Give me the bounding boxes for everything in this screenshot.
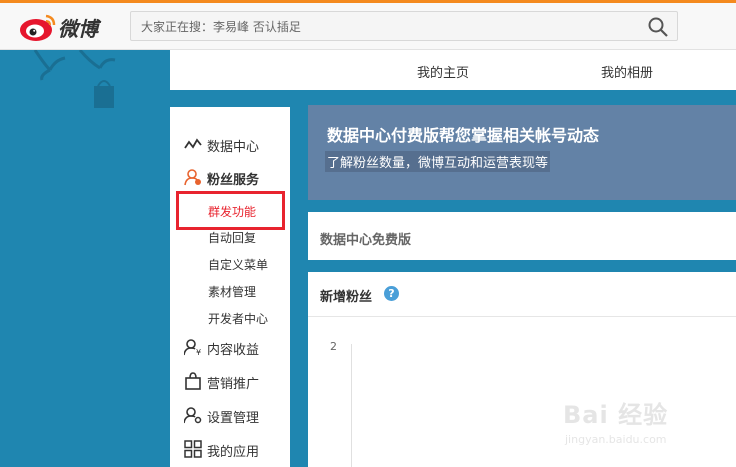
header-bar: 微博 <box>0 3 736 50</box>
sidebar-item-label: 我的应用 <box>207 445 260 460</box>
trend-line-icon <box>184 138 202 149</box>
nav-my-homepage[interactable]: 我的主页 <box>417 62 469 81</box>
watermark-main-text: Bai 经验 <box>563 401 669 429</box>
shopping-bag-icon <box>185 372 201 390</box>
user-gear-icon <box>184 407 202 424</box>
search-icon[interactable] <box>647 16 669 38</box>
grid-apps-icon <box>184 440 202 458</box>
section-divider <box>308 316 736 317</box>
sidebar-item-fan-service[interactable]: 粉丝服务 <box>170 165 290 189</box>
sidebar-item-label: 内容收益 <box>207 343 260 358</box>
logo-text: 微博 <box>58 17 98 41</box>
sidebar-subitem-mass-send[interactable]: 群发功能 <box>176 191 285 230</box>
free-version-title: 数据中心免费版 <box>320 233 412 248</box>
nav-my-album[interactable]: 我的相册 <box>601 62 653 81</box>
y-axis-tick: 2 <box>330 340 337 353</box>
decorative-plants-icon <box>33 50 116 108</box>
sidebar-item-content-revenue[interactable]: ¥ 内容收益 <box>170 335 290 359</box>
sidebar-item-label: 数据中心 <box>207 140 260 155</box>
sidebar: 数据中心 粉丝服务 自动回复 自定义菜单 素材管理 开发者中心 ¥ 内容收益 营… <box>170 107 290 467</box>
top-nav: 我的主页 我的相册 <box>170 50 736 90</box>
sidebar-subitem-auto-reply[interactable]: 自动回复 <box>208 229 256 246</box>
sidebar-subitem-label: 群发功能 <box>208 205 257 219</box>
baidu-jingyan-watermark: Bai 经验 jingyan.baidu.com <box>563 395 733 455</box>
user-yen-icon: ¥ <box>184 339 201 356</box>
sidebar-item-label: 粉丝服务 <box>207 173 260 188</box>
y-axis-line <box>351 344 352 467</box>
free-version-section: 数据中心免费版 <box>308 212 736 260</box>
paid-version-banner[interactable]: 数据中心付费版帮您掌握相关帐号动态 了解粉丝数量，微博互动和运营表现等 <box>308 105 736 200</box>
banner-subtitle: 了解粉丝数量，微博互动和运营表现等 <box>325 151 551 172</box>
sidebar-subitem-custom-menu[interactable]: 自定义菜单 <box>208 256 268 273</box>
sidebar-item-label: 设置管理 <box>207 411 260 426</box>
banner-title: 数据中心付费版帮您掌握相关帐号动态 <box>327 126 600 145</box>
sidebar-item-label: 营销推广 <box>207 377 260 392</box>
sidebar-item-settings[interactable]: 设置管理 <box>170 403 290 427</box>
sidebar-subitem-material-management[interactable]: 素材管理 <box>208 283 256 300</box>
watermark-sub-text: jingyan.baidu.com <box>565 433 667 446</box>
user-heart-icon <box>184 169 201 186</box>
help-icon[interactable]: ? <box>384 286 399 301</box>
search-input[interactable] <box>139 12 643 42</box>
svg-text:¥: ¥ <box>196 348 201 356</box>
sidebar-item-marketing[interactable]: 营销推广 <box>170 369 290 393</box>
sidebar-subitem-developer-center[interactable]: 开发者中心 <box>208 310 268 327</box>
sidebar-item-my-apps[interactable]: 我的应用 <box>170 437 290 461</box>
new-fans-title: 新增粉丝 <box>320 290 373 305</box>
search-box <box>130 11 678 42</box>
sidebar-item-data-center[interactable]: 数据中心 <box>170 132 290 156</box>
